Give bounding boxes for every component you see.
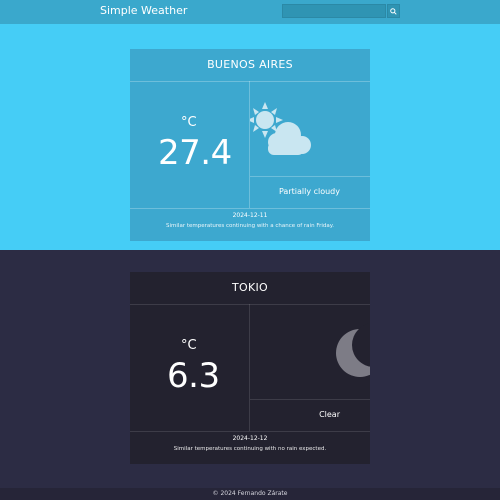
weather-icon-area <box>250 82 370 176</box>
divider <box>250 399 370 400</box>
forecast-description: Similar temperatures continuing with a c… <box>166 223 334 229</box>
weather-card-buenos-aires: BUENOS AIRES °C 27.4 Partially cloudy 20… <box>130 49 370 241</box>
moon-icon <box>336 323 370 377</box>
temperature-unit: °C <box>181 115 197 130</box>
temperature-value: 27.4 <box>158 133 232 173</box>
weather-card-tokio: TOKIO °C 6.3 Clear 2024-12-12 Similar te… <box>130 272 370 464</box>
forecast-description: Similar temperatures continuing with no … <box>173 446 327 452</box>
app-title[interactable]: Simple Weather <box>100 4 187 17</box>
city-name: TOKIO <box>232 281 268 294</box>
forecast-date: 2024-12-11 <box>232 212 268 219</box>
divider <box>130 208 370 209</box>
footer-text: © 2024 Fernando Zárate <box>212 490 288 497</box>
forecast-date: 2024-12-12 <box>232 435 268 442</box>
weather-condition: Partially cloudy <box>278 187 340 196</box>
temperature-unit: °C <box>181 338 197 353</box>
search-input[interactable] <box>282 4 386 18</box>
weather-icon-area <box>250 305 370 399</box>
footer: © 2024 Fernando Zárate <box>0 488 500 500</box>
divider <box>250 176 370 177</box>
weather-condition: Clear <box>319 410 340 419</box>
search-icon <box>390 7 397 15</box>
search-button[interactable] <box>387 4 400 18</box>
navbar: Simple Weather <box>0 0 500 24</box>
divider <box>130 431 370 432</box>
city-name: BUENOS AIRES <box>207 58 293 71</box>
partly-cloudy-icon <box>250 102 311 155</box>
temperature-value: 6.3 <box>167 356 220 396</box>
